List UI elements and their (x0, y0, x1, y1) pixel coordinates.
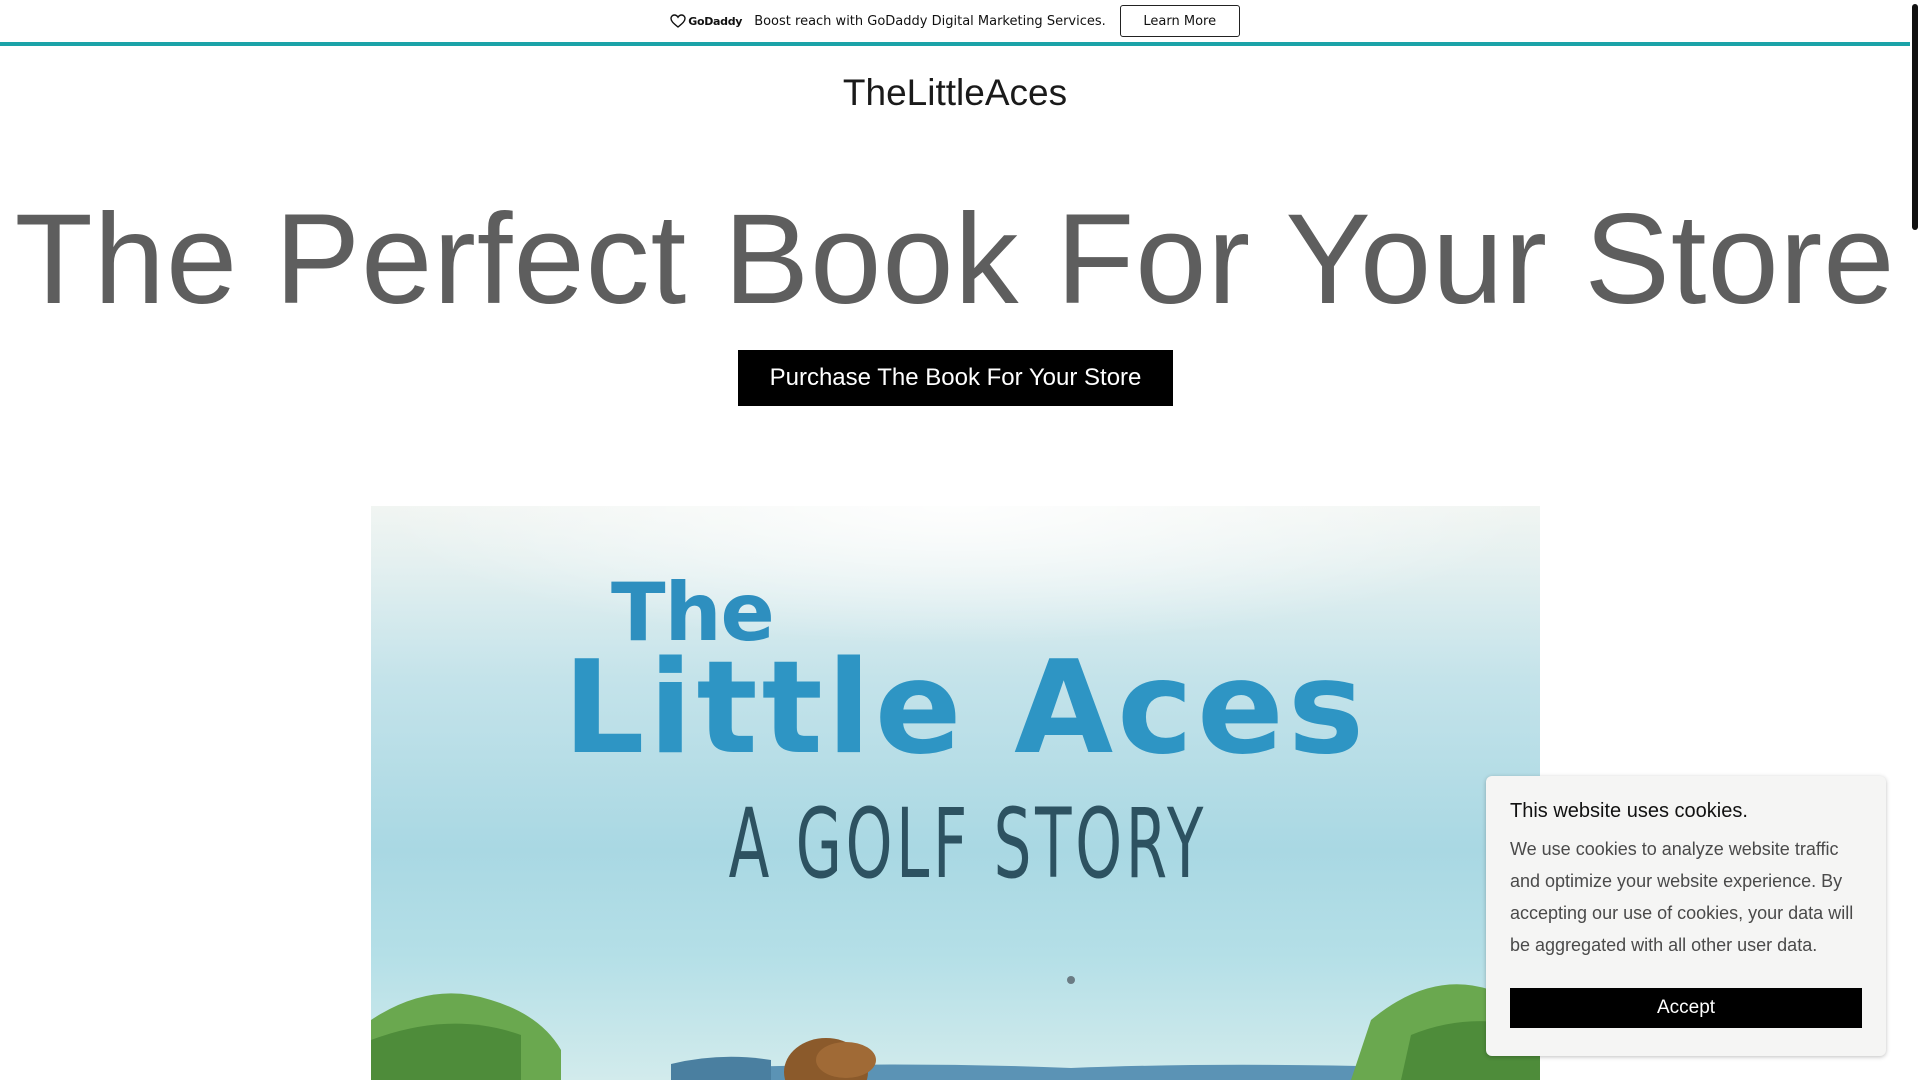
cookie-body-text: We use cookies to analyze website traffi… (1510, 839, 1854, 955)
hero-heading: The Perfect Book For Your Store (14, 188, 1896, 331)
promo-banner: GoDaddy Boost reach with GoDaddy Digital… (0, 0, 1910, 46)
site-title[interactable]: TheLittleAces (0, 72, 1910, 114)
godaddy-logo: GoDaddy (670, 14, 742, 28)
cookie-consent-dialog: This website uses cookies. We use cookie… (1486, 776, 1886, 1056)
purchase-book-button[interactable]: Purchase The Book For Your Store (738, 350, 1173, 406)
book-cover-image: The Little Aces A GOLF STORY (371, 506, 1540, 1080)
godaddy-heart-icon (670, 14, 686, 28)
godaddy-logo-text: GoDaddy (688, 14, 743, 28)
scrollbar-thumb[interactable] (1912, 4, 1918, 230)
promo-message: Boost reach with GoDaddy Digital Marketi… (754, 13, 1106, 29)
page-scrollbar[interactable] (1910, 0, 1920, 1080)
accept-cookies-button[interactable]: Accept (1510, 988, 1862, 1028)
cover-subtitle: A GOLF STORY (728, 788, 1208, 900)
learn-more-button[interactable]: Learn More (1119, 5, 1240, 37)
cover-title-main: Little Aces (563, 634, 1368, 783)
cover-landscape-illustration (371, 976, 1540, 1080)
cookie-title: This website uses cookies. (1510, 800, 1748, 822)
cover-sky-haze (371, 506, 1540, 646)
